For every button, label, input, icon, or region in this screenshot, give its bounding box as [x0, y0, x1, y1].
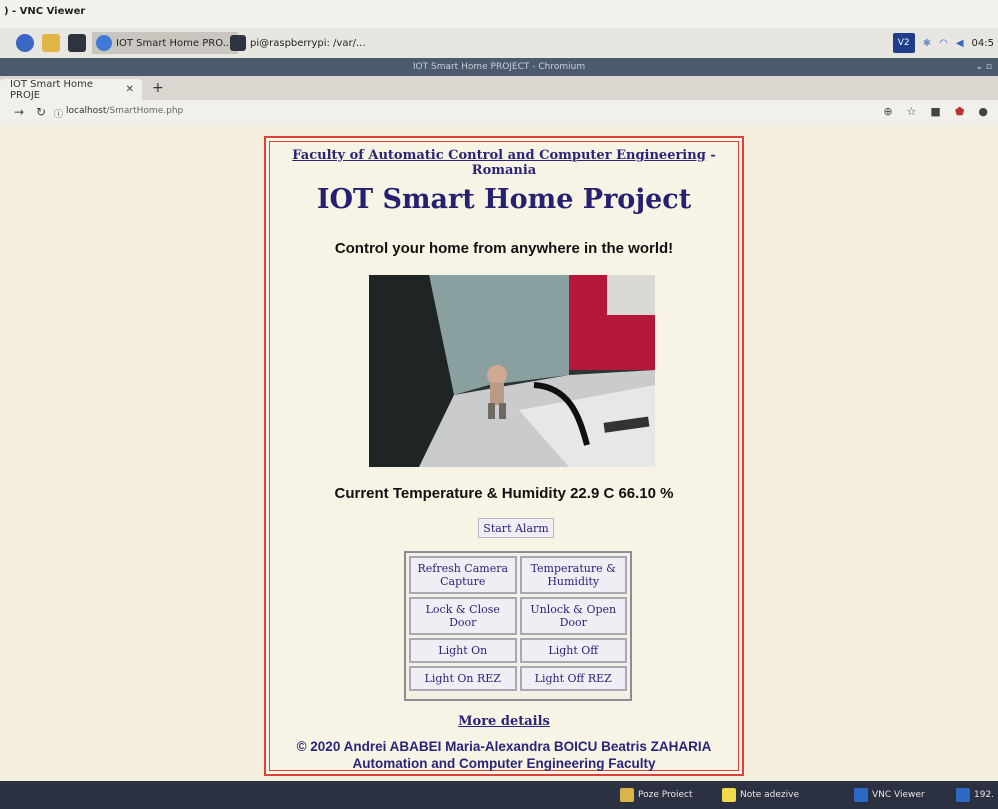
controls-table: Refresh Camera Capture Temperature & Hum…: [404, 551, 632, 701]
camera-scene: [369, 275, 655, 467]
refresh-camera-button[interactable]: Refresh Camera Capture: [409, 556, 517, 594]
wifi-icon[interactable]: ◠: [939, 38, 948, 49]
page-title: IOT Smart Home Project: [316, 184, 692, 215]
vnc-icon: [854, 788, 868, 802]
light-on-rez-button[interactable]: Light On REZ: [409, 666, 517, 691]
volume-icon[interactable]: ◀: [956, 38, 964, 49]
more-details-link[interactable]: More details: [270, 714, 738, 729]
pi-task-label: IOT Smart Home PRO...: [116, 37, 233, 49]
toolbar-actions: ⊕ ☆ ■ ⬟ ●: [883, 105, 988, 118]
taskbar-label: 192.: [974, 790, 995, 800]
page-viewport: Faculty of Automatic Control and Compute…: [0, 126, 998, 781]
browser-window-title: IOT Smart Home PROJECT - Chromium ⌄ ▫: [0, 58, 998, 76]
bluetooth-icon[interactable]: ✱: [923, 38, 931, 49]
address-bar[interactable]: localhost/SmartHome.php: [66, 106, 183, 116]
vnc-tray-icon[interactable]: V2: [892, 33, 915, 53]
reload-icon[interactable]: ↻: [36, 105, 46, 119]
account-icon[interactable]: ●: [978, 105, 988, 118]
bookmark-star-icon[interactable]: ☆: [907, 105, 917, 118]
windows-taskbar: Poze Proiect Note adezive VNC Viewer 192…: [0, 781, 998, 809]
panel-inner-border: Faculty of Automatic Control and Compute…: [269, 141, 739, 771]
unlock-door-button[interactable]: Unlock & Open Door: [519, 597, 627, 635]
copyright-authors: © 2020 Andrei ABABEI Maria-Alexandra BOI…: [296, 739, 712, 754]
folder-icon: [620, 788, 634, 802]
forward-icon[interactable]: →: [14, 105, 24, 119]
sticky-notes-icon: [722, 788, 736, 802]
clock: 04:5: [971, 37, 994, 49]
light-on-button[interactable]: Light On: [409, 638, 517, 663]
pi-taskbar: IOT Smart Home PRO... pi@raspberrypi: /v…: [0, 28, 998, 59]
info-icon[interactable]: ⓘ: [54, 107, 63, 120]
smart-home-panel: Faculty of Automatic Control and Compute…: [264, 136, 744, 776]
taskbar-item-vnc[interactable]: VNC Viewer: [854, 785, 925, 805]
tab-label: IOT Smart Home PROJE: [10, 78, 94, 101]
zoom-icon[interactable]: ⊕: [883, 105, 892, 118]
chromium-icon: [96, 35, 112, 51]
taskbar-item-vnc-ip[interactable]: 192.: [956, 785, 994, 805]
pi-task-label: pi@raspberrypi: /var/...: [250, 37, 366, 49]
window-title: IOT Smart Home PROJECT - Chromium: [412, 62, 586, 72]
file-manager-icon[interactable]: [42, 34, 60, 52]
temperature-humidity-button[interactable]: Temperature & Humidity: [519, 556, 627, 594]
vnc-title-bar: ) - VNC Viewer: [0, 0, 998, 28]
page-subtitle: Control your home from anywhere in the w…: [334, 240, 674, 257]
copyright-faculty: Automation and Computer Engineering Facu…: [352, 756, 656, 771]
new-tab-icon[interactable]: +: [152, 80, 164, 96]
start-alarm-button[interactable]: Start Alarm: [478, 518, 554, 538]
lock-door-button[interactable]: Lock & Close Door: [409, 597, 517, 635]
pi-task-terminal[interactable]: pi@raspberrypi: /var/...: [226, 32, 372, 54]
tab-strip: IOT Smart Home PROJE ✕ +: [0, 76, 998, 101]
vnc-icon: [956, 788, 970, 802]
taskbar-item-notes[interactable]: Note adezive: [722, 785, 799, 805]
window-controls-icon[interactable]: ⌄ ▫: [975, 58, 992, 76]
copyright-footer: © 2020 Andrei ABABEI Maria-Alexandra BOI…: [270, 738, 738, 772]
taskbar-label: VNC Viewer: [872, 790, 925, 800]
url-host: localhost: [66, 106, 107, 116]
taskbar-label: Poze Proiect: [638, 790, 693, 800]
taskbar-item-poze[interactable]: Poze Proiect: [620, 785, 693, 805]
raspberry-menu-icon[interactable]: [16, 34, 34, 52]
vnc-title: ) - VNC Viewer: [4, 6, 86, 17]
extension-icon[interactable]: ■: [930, 105, 940, 118]
tab-smart-home[interactable]: IOT Smart Home PROJE ✕: [0, 78, 142, 101]
light-off-button[interactable]: Light Off: [519, 638, 627, 663]
temperature-humidity-readout: Current Temperature & Humidity 22.9 C 66…: [334, 485, 674, 502]
camera-capture-image: [369, 275, 655, 467]
system-tray: V2 ✱ ◠ ◀ 04:5: [892, 33, 994, 53]
close-tab-icon[interactable]: ✕: [126, 84, 134, 95]
terminal-icon[interactable]: [68, 34, 86, 52]
taskbar-label: Note adezive: [740, 790, 800, 800]
pi-task-chromium[interactable]: IOT Smart Home PRO...: [92, 32, 239, 54]
terminal-icon: [230, 35, 246, 51]
faculty-header: Faculty of Automatic Control and Compute…: [270, 148, 738, 178]
faculty-link[interactable]: Faculty of Automatic Control and Compute…: [292, 148, 706, 163]
browser-toolbar: → ↻ ⓘ localhost/SmartHome.php ⊕ ☆ ■ ⬟ ●: [0, 100, 998, 127]
url-path: /SmartHome.php: [106, 106, 184, 116]
light-off-rez-button[interactable]: Light Off REZ: [519, 666, 627, 691]
shield-icon[interactable]: ⬟: [955, 105, 965, 118]
